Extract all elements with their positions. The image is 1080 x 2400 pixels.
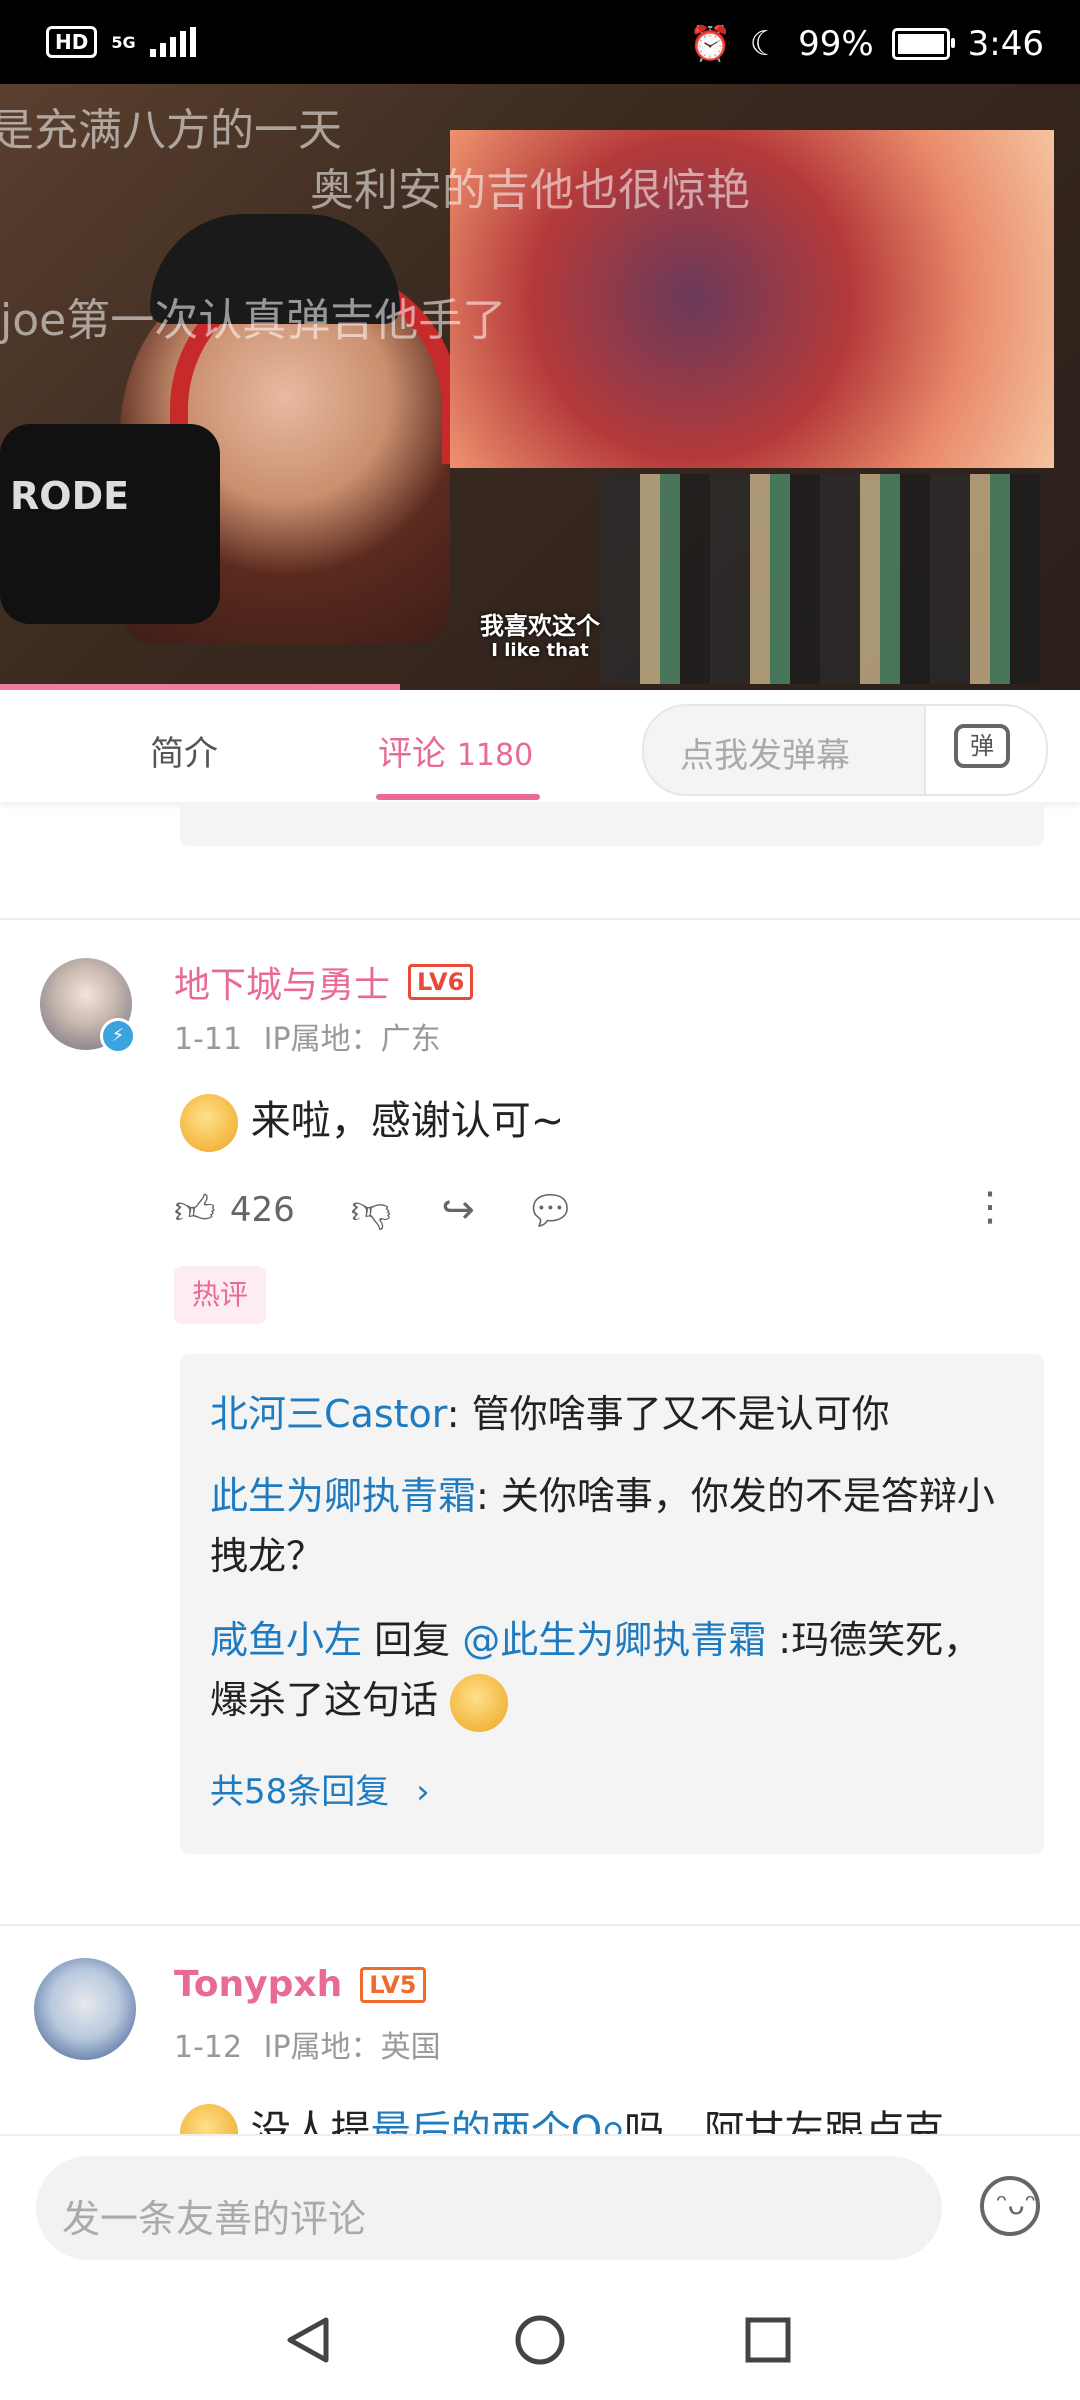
reply-username[interactable]: 北河三Castor xyxy=(210,1392,447,1436)
back-icon[interactable] xyxy=(282,2314,334,2366)
comment-actions: 👍︎ 426 👎︎ ↪ 💬︎ xyxy=(174,1186,576,1234)
reply-item[interactable]: 北河三Castor: 管你啥事了又不是认可你 xyxy=(210,1384,1010,1444)
smiley-icon: ᵔᴗᵔ xyxy=(996,2188,1037,2221)
comment-header: 地下城与勇士 LV6 xyxy=(174,956,474,1008)
comment-input[interactable]: 发一条友善的评论 xyxy=(36,2156,942,2260)
tab-intro[interactable]: 简介 xyxy=(150,726,218,775)
replies-box[interactable]: 北河三Castor: 管你啥事了又不是认可你 此生为卿执青霜: 关你啥事，你发的… xyxy=(180,1354,1044,1854)
emoji-button[interactable]: ᵔᴗᵔ xyxy=(980,2176,1040,2236)
mic-brand: RODE xyxy=(10,474,130,518)
alarm-icon: ⏰ xyxy=(689,24,732,64)
danmaku-comment: 奥利安的吉他也很惊艳 xyxy=(310,165,750,216)
comment-body: 没人提 xyxy=(250,2108,371,2134)
level-badge: LV6 xyxy=(408,964,474,1000)
reply-button[interactable]: 💬︎ xyxy=(525,1187,576,1234)
moon-icon: ☾ xyxy=(749,24,781,64)
battery-percent: 99% xyxy=(798,24,874,64)
recents-icon[interactable] xyxy=(744,2316,792,2364)
level-badge: LV5 xyxy=(360,1966,426,2003)
avatar[interactable] xyxy=(34,1958,136,2060)
search-icon: ⚲ xyxy=(602,2117,624,2134)
comment-input-placeholder: 发一条友善的评论 xyxy=(62,2197,367,2241)
danmu-tv-icon: 弹 xyxy=(954,724,1010,768)
view-more-replies-link[interactable]: 共58条回复 › xyxy=(210,1764,430,1813)
doge-emoji-icon xyxy=(450,1673,509,1732)
comment-date: 1-11 xyxy=(174,1022,243,1057)
ip-location: IP属地：英国 xyxy=(263,2030,441,2065)
comment-input-bar: 发一条友善的评论 ᵔᴗᵔ xyxy=(0,2134,1080,2278)
more-vertical-icon: ⋮ xyxy=(970,1184,1010,1230)
reply-item[interactable]: 此生为卿执青霜: 关你啥事，你发的不是答辩小拽龙？ xyxy=(210,1466,1010,1586)
system-nav-bar xyxy=(0,2276,1080,2400)
comment-meta: 1-11 IP属地：广东 xyxy=(174,1014,441,1058)
tab-intro-label: 简介 xyxy=(150,734,218,774)
tab-comments[interactable]: 评论 1180 xyxy=(378,726,533,775)
home-icon[interactable] xyxy=(514,2314,566,2366)
previous-reply-box xyxy=(180,802,1044,846)
video-player[interactable]: RODE 是充满八方的一天 奥利安的吉他也很惊艳 joe第一次认真弹吉他手了 我… xyxy=(0,84,1080,690)
hd-badge: HD xyxy=(46,26,98,58)
thumbs-up-icon: 👍︎ xyxy=(174,1187,216,1233)
comment-date: 1-12 xyxy=(174,2030,243,2065)
ip-location: IP属地：广东 xyxy=(263,1022,441,1057)
like-count: 426 xyxy=(229,1190,295,1230)
like-button[interactable]: 👍︎ 426 xyxy=(174,1186,295,1234)
battery-icon xyxy=(891,28,955,60)
reply-item[interactable]: 咸鱼小左 回复 @此生为卿执青霜 :玛德笑死，爆杀了这句话 xyxy=(210,1610,1010,1732)
danmu-toggle-button[interactable]: 弹 xyxy=(924,706,1046,794)
doge-emoji-icon xyxy=(180,1094,238,1152)
subtitle-english: I like that xyxy=(491,640,589,661)
danmu-placeholder: 点我发弹幕 xyxy=(680,736,850,776)
username[interactable]: 地下城与勇士 xyxy=(174,956,390,1008)
reply-word: 回复 xyxy=(362,1618,463,1662)
tab-comments-label: 评论 xyxy=(378,734,446,774)
comment-body: 来啦，感谢认可~ xyxy=(250,1098,565,1144)
thumbs-down-icon: 👎︎ xyxy=(350,1187,392,1233)
active-tab-indicator xyxy=(376,794,540,800)
verified-icon: ⚡ xyxy=(100,1018,136,1054)
chat-bubble-icon: 💬︎ xyxy=(524,1187,576,1234)
subtitle-chinese: 我喜欢这个 xyxy=(480,612,600,640)
status-bar: HD 5G ⏰ ☾ 99% 3:46 xyxy=(0,0,1080,84)
status-left: HD 5G xyxy=(46,26,196,58)
clock: 3:46 xyxy=(967,24,1044,64)
hot-comment-tag: 热评 xyxy=(174,1266,267,1324)
search-link[interactable]: 最后的两个Q xyxy=(371,2108,602,2134)
reply-username[interactable]: 此生为卿执青霜 xyxy=(210,1474,476,1518)
dislike-button[interactable]: 👎︎ xyxy=(351,1186,392,1234)
share-icon: ↪ xyxy=(441,1187,475,1233)
username[interactable]: Tonypxh xyxy=(174,1964,342,2005)
reply-mention[interactable]: @此生为卿执青霜 xyxy=(462,1618,766,1662)
reply-text: : 管你啥事了又不是认可你 xyxy=(446,1392,890,1436)
comment-body-rest: 吗，阿甘左跟卢克 xyxy=(624,2108,945,2134)
comment-text: 来啦，感谢认可~ xyxy=(180,1088,564,1152)
comment-header: Tonypxh LV5 xyxy=(174,1964,426,2005)
comments-count: 1180 xyxy=(456,738,534,773)
status-right: ⏰ ☾ 99% 3:46 xyxy=(689,24,1044,64)
signal-icon xyxy=(149,27,196,57)
comment-text: 没人提最后的两个Q⚲吗，阿甘左跟卢克 xyxy=(180,2098,944,2134)
reply-username[interactable]: 咸鱼小左 xyxy=(210,1618,362,1662)
comment-item: Tonypxh LV5 1-12 IP属地：英国 没人提最后的两个Q⚲吗，阿甘左… xyxy=(0,1924,1080,2134)
danmu-input[interactable]: 点我发弹幕 弹 xyxy=(642,704,1048,796)
comment-meta: 1-12 IP属地：英国 xyxy=(174,2022,441,2066)
danmaku-comment: 是充满八方的一天 xyxy=(0,105,342,156)
network-label: 5G xyxy=(111,32,136,52)
share-button[interactable]: ↪ xyxy=(441,1187,475,1233)
more-options-button[interactable]: ⋮ xyxy=(970,1184,1010,1230)
sweat-emoji-icon xyxy=(180,2104,238,2134)
danmaku-comment: joe第一次认真弹吉他手了 xyxy=(0,295,507,346)
more-replies-label: 共58条回复 xyxy=(210,1772,390,1812)
microphone xyxy=(0,424,220,624)
chevron-right-icon: › xyxy=(416,1772,430,1812)
